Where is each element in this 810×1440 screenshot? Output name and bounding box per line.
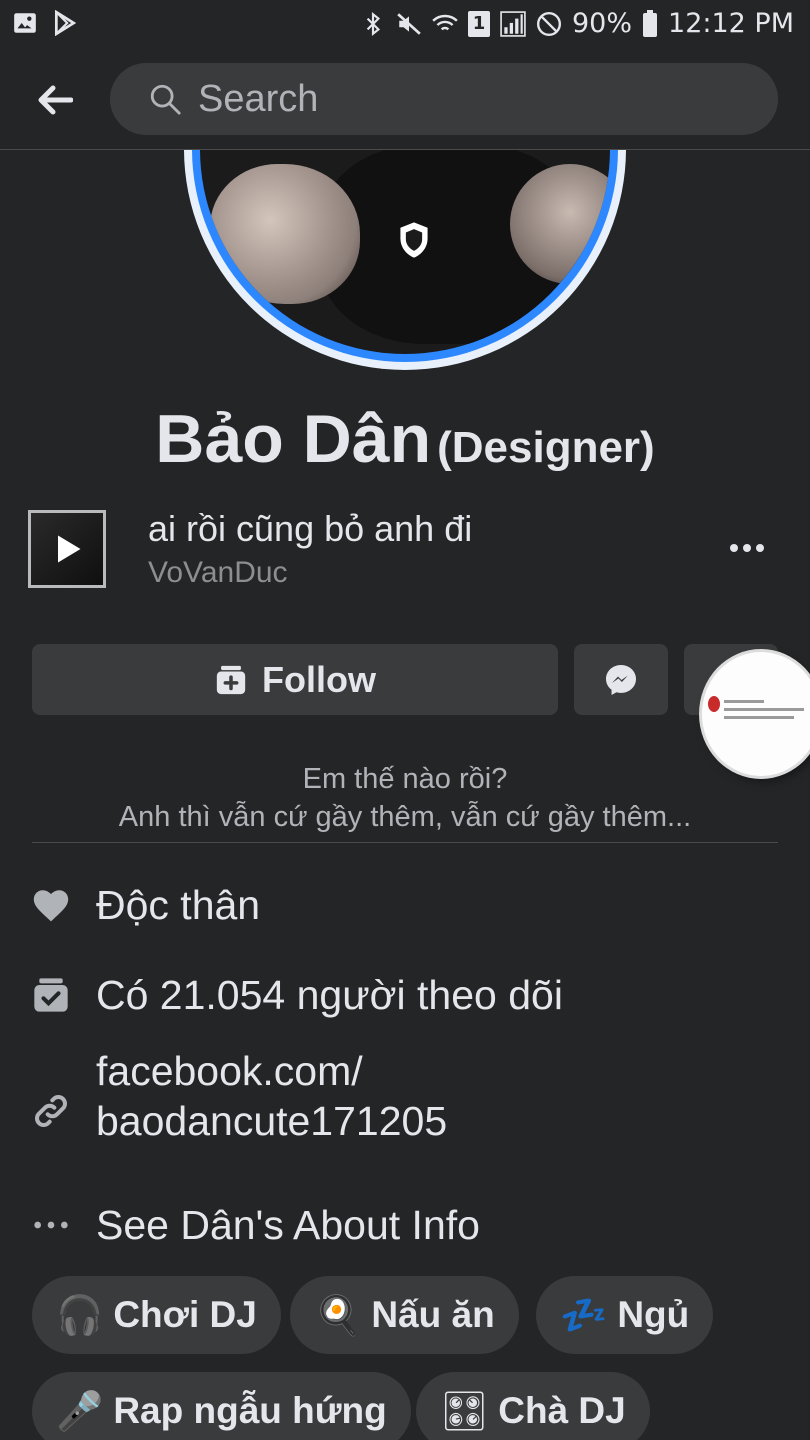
back-button[interactable] — [30, 78, 80, 122]
follow-button[interactable]: Follow — [32, 644, 558, 715]
microphone-icon: 🎤 — [56, 1388, 104, 1433]
divider — [32, 842, 778, 843]
hobby-label: Chơi DJ — [113, 1294, 257, 1335]
hobby-chip[interactable]: 🎤 Rap ngẫu hứng — [32, 1372, 411, 1440]
followers-icon — [30, 974, 72, 1016]
website-link-line: baodancute171205 — [96, 1098, 448, 1144]
hobby-label: Nấu ăn — [371, 1294, 495, 1335]
relationship-row: Độc thân — [30, 882, 260, 928]
follow-label: Follow — [262, 658, 376, 700]
hobby-chip[interactable]: 🍳 Nấu ăn — [290, 1276, 519, 1354]
profile-name-row: Bảo Dân (Designer) — [0, 400, 810, 478]
chat-preview-line — [724, 708, 804, 711]
mute-icon — [397, 12, 421, 35]
signal-icon — [500, 10, 526, 37]
wifi-icon — [432, 14, 458, 30]
hobby-label: Ngủ — [617, 1294, 690, 1335]
music-artist[interactable]: VoVanDuc — [148, 556, 288, 590]
top-bar: Search — [0, 50, 810, 150]
music-cover[interactable] — [28, 510, 106, 588]
hobby-label: Chà DJ — [498, 1390, 626, 1431]
dj-controller-icon: 🎛 — [440, 1388, 489, 1433]
cooking-icon: 🍳 — [314, 1292, 362, 1337]
link-icon — [30, 1090, 72, 1132]
relationship-status: Độc thân — [96, 882, 261, 928]
profile-alternate-name: (Designer) — [437, 423, 655, 472]
website-link[interactable]: facebook.com/ baodancute171205 — [96, 1046, 447, 1146]
hobby-label: Rap ngẫu hứng — [113, 1390, 387, 1431]
profile-name: Bảo Dân — [155, 401, 432, 477]
battery-percent: 90% — [572, 8, 633, 39]
more-dots-icon — [30, 1204, 72, 1246]
hobby-chip[interactable]: 🎧 Chơi DJ — [32, 1276, 281, 1354]
search-placeholder: Search — [198, 77, 319, 120]
hobby-chip[interactable]: 🎛 Chà DJ — [416, 1372, 650, 1440]
profile-guard-shield-icon — [400, 222, 428, 258]
bio-line: Anh thì vẫn cứ gầy thêm, vẫn cứ gầy thêm… — [118, 801, 692, 833]
follow-add-icon — [216, 665, 246, 694]
followers-row[interactable]: Có 21.054 người theo dõi — [30, 972, 563, 1018]
search-bar[interactable]: Search — [110, 63, 778, 135]
website-row[interactable]: facebook.com/ baodancute171205 — [30, 1048, 447, 1144]
chat-preview-line — [724, 716, 794, 719]
clock: 12:12 PM — [668, 8, 794, 39]
gallery-notification-icon — [14, 13, 36, 33]
status-bar: 1 90% 12:12 PM — [0, 0, 810, 50]
play-store-notification-icon — [54, 10, 77, 36]
chat-preview-line — [724, 700, 764, 703]
sim-indicator: 1 — [468, 10, 490, 37]
bio-line: Em thế nào rồi? — [302, 763, 508, 795]
dot-icon — [756, 544, 764, 552]
photo-hand-left — [210, 164, 360, 304]
about-row[interactable]: See Dân's About Info — [30, 1202, 480, 1248]
bluetooth-icon — [366, 11, 381, 36]
hobby-chip[interactable]: 💤 Ngủ — [536, 1276, 714, 1354]
dot-icon — [743, 544, 751, 552]
see-about-link[interactable]: See Dân's About Info — [96, 1202, 480, 1249]
chat-head-avatar — [708, 696, 720, 712]
message-button[interactable] — [574, 644, 668, 715]
chat-head-bubble[interactable] — [702, 652, 810, 776]
heart-icon — [30, 884, 72, 926]
headphones-icon: 🎧 — [56, 1292, 104, 1337]
play-icon — [58, 535, 81, 563]
music-more-button[interactable] — [722, 530, 772, 566]
back-arrow-icon — [38, 85, 73, 115]
followers-count: Có 21.054 người theo dõi — [96, 972, 563, 1018]
bio: Em thế nào rồi? Anh thì vẫn cứ gầy thêm,… — [0, 760, 810, 836]
website-link-line: facebook.com/ — [96, 1048, 363, 1094]
battery-icon — [643, 9, 658, 37]
search-icon — [150, 84, 181, 115]
sleep-icon: 💤 — [560, 1292, 608, 1337]
do-not-disturb-icon — [536, 11, 562, 36]
sim-number: 1 — [472, 12, 486, 34]
music-title[interactable]: ai rồi cũng bỏ anh đi — [148, 508, 472, 550]
messenger-icon — [606, 664, 636, 695]
dot-icon — [730, 544, 738, 552]
